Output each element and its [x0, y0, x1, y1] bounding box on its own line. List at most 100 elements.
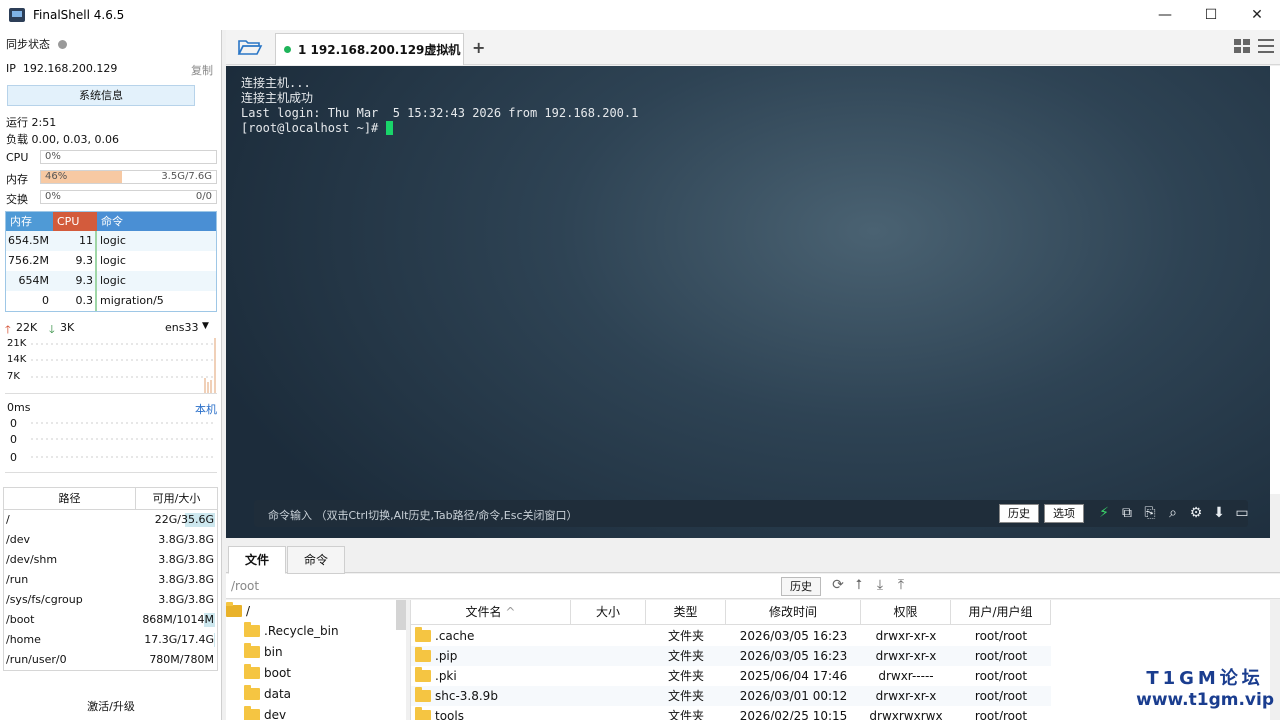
file-name-cell: .cache	[411, 626, 571, 646]
tab-files[interactable]: 文件	[228, 546, 286, 574]
disk-row[interactable]: /home 17.3G/17.4G	[4, 630, 217, 650]
paste-icon[interactable]: ⎘	[1142, 504, 1158, 522]
disk-header-size[interactable]: 可用/大小	[136, 488, 217, 509]
menu-icon[interactable]	[1258, 39, 1274, 53]
grid-layout-icon[interactable]	[1234, 39, 1250, 53]
process-row[interactable]: 0 0.3 migration/5	[6, 291, 216, 311]
file-perm: drwxr-----	[878, 669, 934, 683]
disk-row[interactable]: /dev 3.8G/3.8G	[4, 530, 217, 550]
command-input-bar[interactable]: 命令输入 （双击Ctrl切换,Alt历史,Tab路径/命令,Esc关闭窗口） 历…	[254, 500, 1250, 527]
proc-cpu: 0.3	[53, 291, 97, 311]
proc-header-mem[interactable]: 内存	[6, 212, 53, 231]
path-toolbar: ⟳ ⭡ ⤓ ⤒	[830, 577, 909, 593]
refresh-icon[interactable]: ⟳	[830, 577, 846, 593]
proc-header-cmd[interactable]: 命令	[97, 212, 216, 231]
maximize-button[interactable]: ☐	[1188, 0, 1234, 30]
file-row[interactable]: tools 文件夹 2026/02/25 10:15 drwxrwxrwx ro…	[411, 706, 1051, 720]
gear-icon[interactable]: ⚙	[1188, 504, 1204, 522]
path-history-button[interactable]: 历史	[781, 577, 821, 596]
chevron-down-icon[interactable]: ▼	[202, 321, 209, 331]
tree-item[interactable]: /	[226, 601, 250, 621]
sysinfo-button[interactable]: 系统信息	[7, 85, 195, 106]
tab-commands[interactable]: 命令	[287, 546, 345, 574]
process-row[interactable]: 654M 9.3 logic	[6, 271, 216, 291]
col-filename[interactable]: 文件名 ^	[411, 600, 571, 624]
disk-size-cell: 3.8G/3.8G	[136, 530, 217, 550]
download-icon[interactable]: ⤓	[872, 577, 888, 593]
up-directory-icon[interactable]: ⭡	[851, 577, 867, 593]
file-list-header: 文件名 ^ 大小 类型 修改时间 权限 用户/用户组	[411, 600, 1051, 625]
tree-item[interactable]: boot	[244, 663, 291, 683]
disk-row[interactable]: /boot 868M/1014M	[4, 610, 217, 630]
disk-row[interactable]: /sys/fs/cgroup 3.8G/3.8G	[4, 590, 217, 610]
folder-icon	[244, 664, 260, 679]
file-row[interactable]: .pip 文件夹 2026/03/05 16:23 drwxr-xr-x roo…	[411, 646, 1051, 666]
copy-ip-link[interactable]: 复制	[191, 62, 213, 78]
disk-row[interactable]: /run/user/0 780M/780M	[4, 650, 217, 670]
disk-size: 780M/780M	[149, 653, 214, 666]
file-type: 文件夹	[667, 689, 704, 703]
tree-scrollbar[interactable]	[396, 600, 406, 630]
path-input[interactable]: /root	[231, 579, 259, 593]
add-tab-button[interactable]: +	[472, 38, 485, 57]
mem-detail: 3.5G/7.6G	[161, 171, 212, 182]
disk-row[interactable]: /dev/shm 3.8G/3.8G	[4, 550, 217, 570]
window-controls: — ☐ ✕	[1142, 0, 1280, 30]
col-type[interactable]: 类型	[646, 600, 726, 624]
watermark-url: www.t1gm.vip	[1136, 690, 1274, 710]
proc-header-cpu[interactable]: CPU	[53, 212, 97, 231]
file-row[interactable]: shc-3.8.9b 文件夹 2026/03/01 00:12 drwxr-xr…	[411, 686, 1051, 706]
disk-row[interactable]: / 22G/35.6G	[4, 510, 217, 530]
session-tab-label: 1 192.168.200.129虚拟机	[298, 43, 461, 57]
minimize-button[interactable]: —	[1142, 0, 1188, 30]
proc-cpu: 9.3	[53, 251, 97, 271]
col-size[interactable]: 大小	[571, 600, 646, 624]
mem-pct: 46%	[45, 171, 68, 182]
terminal-scrollbar[interactable]	[1270, 66, 1280, 494]
search-icon[interactable]: ⌕	[1165, 504, 1181, 522]
col-owner[interactable]: 用户/用户组	[951, 600, 1051, 624]
disk-usage-bar	[214, 633, 215, 647]
upload-icon[interactable]: ⤒	[893, 577, 909, 593]
download-icon[interactable]: ⬇	[1211, 504, 1227, 522]
file-type: 文件夹	[667, 629, 704, 643]
process-row[interactable]: 654.5M 11 logic	[6, 231, 216, 251]
open-folder-icon[interactable]	[237, 38, 263, 56]
process-row[interactable]: 756.2M 9.3 logic	[6, 251, 216, 271]
file-row[interactable]: .pki 文件夹 2025/06/04 17:46 drwxr----- roo…	[411, 666, 1051, 686]
disk-row[interactable]: /run 3.8G/3.8G	[4, 570, 217, 590]
bottom-tabs: 文件 命令	[226, 545, 1280, 574]
ping-chart: 0ms 本机 0 0 0	[5, 401, 217, 473]
window-icon[interactable]: ▭	[1234, 504, 1250, 522]
disk-header-path[interactable]: 路径	[4, 488, 136, 509]
tree-item[interactable]: .Recycle_bin	[244, 621, 339, 641]
file-name: .cache	[435, 629, 475, 643]
lightning-icon[interactable]: ⚡	[1096, 504, 1112, 522]
file-owner: root/root	[974, 629, 1028, 643]
file-name: .pip	[435, 649, 458, 663]
proc-cpu: 9.3	[53, 271, 97, 291]
panel-splitter[interactable]	[226, 538, 1280, 545]
copy-icon[interactable]: ⧉	[1119, 504, 1135, 522]
tree-item-label: data	[264, 687, 292, 701]
session-tab[interactable]: 1 192.168.200.129虚拟机 ×	[275, 33, 464, 65]
ip-label: IP	[6, 62, 16, 75]
command-input-hint[interactable]: 命令输入 （双击Ctrl切换,Alt历史,Tab路径/命令,Esc关闭窗口）	[268, 507, 578, 523]
close-button[interactable]: ✕	[1234, 0, 1280, 30]
col-mtime[interactable]: 修改时间	[726, 600, 861, 624]
close-tab-icon[interactable]: ×	[445, 43, 455, 57]
file-row[interactable]: .cache 文件夹 2026/03/05 16:23 drwxr-xr-x r…	[411, 626, 1051, 646]
options-button[interactable]: 选项	[1044, 504, 1084, 523]
col-perm[interactable]: 权限	[861, 600, 951, 624]
ip-row: IP 192.168.200.129	[6, 62, 117, 75]
tree-item[interactable]: bin	[244, 642, 283, 662]
activate-upgrade-link[interactable]: 激活/升级	[0, 698, 222, 714]
history-button[interactable]: 历史	[999, 504, 1039, 523]
disk-size-cell: 17.3G/17.4G	[136, 630, 217, 650]
tree-item[interactable]: data	[244, 684, 291, 704]
file-type: 文件夹	[667, 709, 704, 720]
terminal[interactable]: 连接主机... 连接主机成功 Last login: Thu Mar 5 15:…	[226, 66, 1270, 538]
tree-item[interactable]: dev	[244, 705, 286, 720]
process-table-header: 内存 CPU 命令	[6, 212, 216, 231]
interface-select[interactable]: ens33	[165, 321, 198, 334]
